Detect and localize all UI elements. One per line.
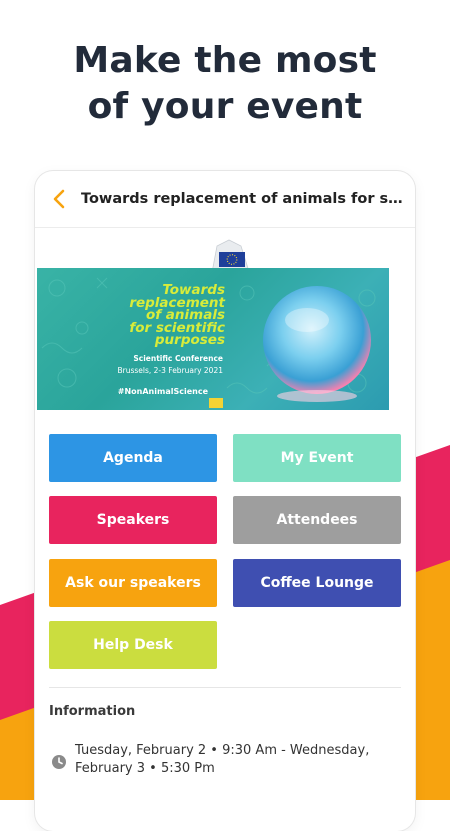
event-title: Towards replacement of animals for scien… xyxy=(81,191,406,207)
banner-hashtag: #NonAnimalScience xyxy=(117,387,208,396)
attendees-button[interactable]: Attendees xyxy=(233,496,401,544)
phone-frame: Towards replacement of animals for scien… xyxy=(35,171,415,831)
banner-image: Towards replacement of animals for scien… xyxy=(37,268,389,410)
agenda-button[interactable]: Agenda xyxy=(49,434,217,482)
information-heading: Information xyxy=(49,704,136,719)
banner-subtitle: Scientific Conference xyxy=(133,354,223,363)
headline: Make the most of your event xyxy=(0,38,450,130)
my-event-button[interactable]: My Event xyxy=(233,434,401,482)
chevron-left-icon xyxy=(53,189,65,209)
event-datetime: Tuesday, February 2 • 9:30 Am - Wednesda… xyxy=(75,743,370,776)
coffee-lounge-button[interactable]: Coffee Lounge xyxy=(233,559,401,607)
back-button[interactable] xyxy=(41,171,77,227)
speakers-button[interactable]: Speakers xyxy=(49,496,217,544)
ask-our-speakers-button[interactable]: Ask our speakers xyxy=(49,559,217,607)
clock-icon xyxy=(52,755,66,769)
help-desk-button[interactable]: Help Desk xyxy=(49,621,217,669)
headline-line-2: of your event xyxy=(87,86,363,127)
banner-title: Towards replacement of animals for scien… xyxy=(115,284,225,347)
headline-line-1: Make the most xyxy=(73,40,377,81)
event-banner: European Commission xyxy=(35,228,415,418)
banner-date: Brussels, 2-3 February 2021 xyxy=(117,366,223,375)
app-bar: Towards replacement of animals for scien… xyxy=(35,171,415,228)
banner-title-line: purposes xyxy=(154,332,225,348)
divider xyxy=(49,687,401,688)
